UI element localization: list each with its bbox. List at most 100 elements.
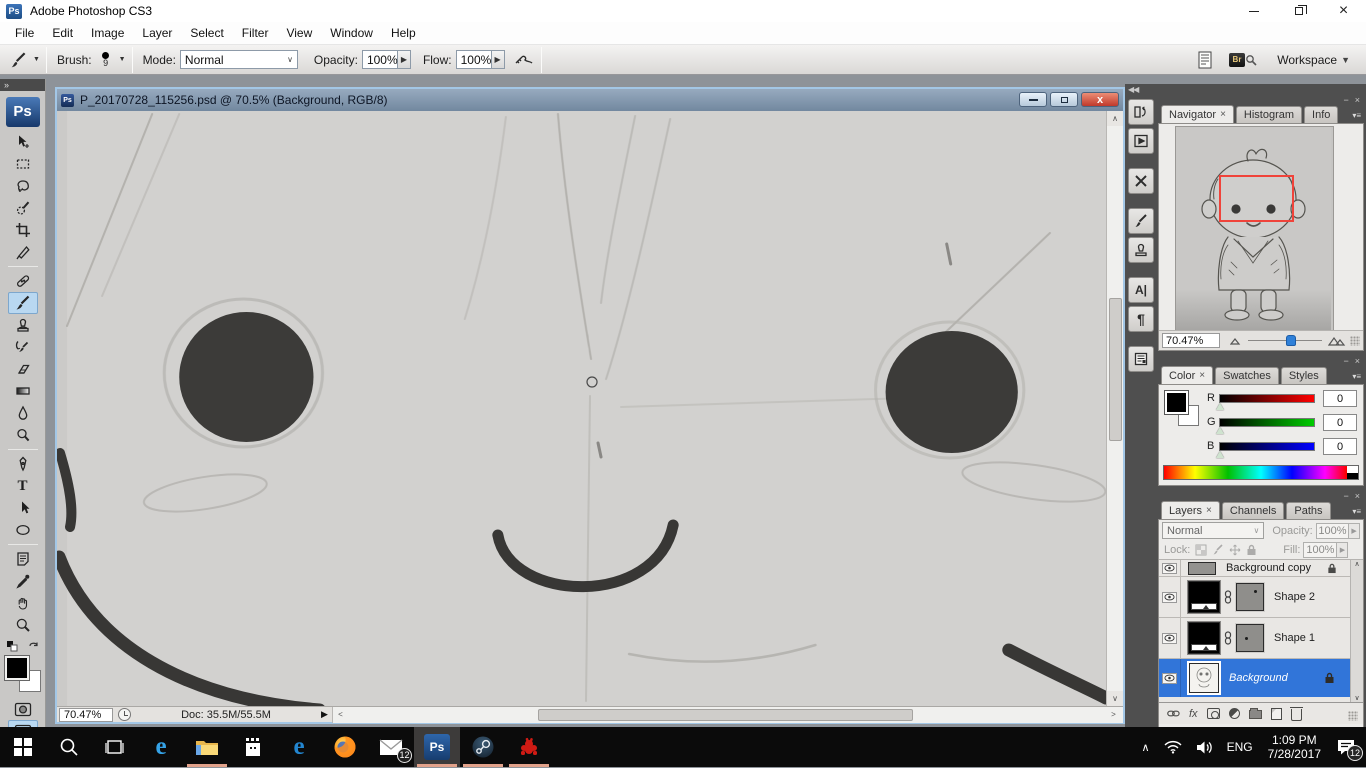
new-adjustment-layer-icon[interactable] — [1229, 708, 1240, 719]
green-slider[interactable] — [1219, 418, 1315, 427]
tool-rectangular-marquee[interactable] — [8, 153, 38, 175]
actions-panel-button[interactable] — [1128, 128, 1154, 154]
tab-swatches[interactable]: Swatches — [1215, 367, 1279, 384]
slider-thumb[interactable] — [1286, 335, 1296, 346]
start-button[interactable] — [0, 727, 46, 767]
doc-minimize-button[interactable] — [1019, 92, 1047, 107]
horizontal-scroll-thumb[interactable] — [538, 709, 913, 721]
new-group-icon[interactable] — [1249, 710, 1262, 719]
mode-select[interactable]: Normal ∨ — [180, 50, 298, 69]
menu-select[interactable]: Select — [181, 23, 232, 43]
tool-dodge[interactable] — [8, 424, 38, 446]
tool-lasso[interactable] — [8, 175, 38, 197]
green-value-input[interactable]: 0 — [1323, 414, 1357, 431]
scroll-down-arrow[interactable]: ∨ — [1354, 694, 1359, 702]
scroll-left-arrow[interactable]: < — [333, 707, 348, 723]
tool-gradient[interactable] — [8, 380, 38, 402]
paragraph-panel-button[interactable]: ¶ — [1128, 306, 1154, 332]
tab-info[interactable]: Info — [1304, 106, 1338, 123]
tool-spot-healing-brush[interactable] — [8, 270, 38, 292]
foreground-color-swatch[interactable] — [5, 656, 29, 680]
status-zoom-input[interactable]: 70.47% — [59, 708, 113, 722]
menu-view[interactable]: View — [277, 23, 321, 43]
status-menu-arrow[interactable]: ▶ — [321, 709, 328, 720]
tool-eyedropper[interactable] — [8, 570, 38, 592]
tool-pen[interactable] — [8, 453, 38, 475]
blue-slider[interactable] — [1219, 442, 1315, 451]
layer-style-icon[interactable]: fx — [1189, 708, 1198, 720]
taskbar-mail[interactable]: 12 — [368, 727, 414, 767]
red-slider[interactable] — [1219, 394, 1315, 403]
opacity-spinner[interactable]: ▶ — [1349, 523, 1360, 539]
brushes-panel-button[interactable] — [1128, 208, 1154, 234]
color-spectrum-ramp[interactable] — [1163, 465, 1359, 480]
menu-edit[interactable]: Edit — [43, 23, 82, 43]
window-restore-button[interactable] — [1276, 0, 1321, 22]
layer-thumbnail[interactable] — [1188, 562, 1216, 575]
tool-dropdown-caret[interactable]: ▼ — [33, 56, 40, 63]
opacity-spinner[interactable]: ▶ — [398, 50, 411, 69]
character-panel-button[interactable]: A| — [1128, 277, 1154, 303]
tab-navigator[interactable]: Navigator × — [1161, 105, 1234, 123]
green-slider-thumb[interactable] — [1216, 427, 1224, 434]
tool-crop[interactable] — [8, 219, 38, 241]
black-white-ramp[interactable] — [1347, 466, 1358, 479]
brush-preview[interactable]: 9 — [96, 52, 116, 68]
lock-paint-icon[interactable] — [1212, 544, 1224, 556]
layer-thumbnail[interactable] — [1189, 663, 1219, 693]
taskbar-photoshop[interactable]: Ps — [414, 727, 460, 767]
tool-blur[interactable] — [8, 402, 38, 424]
airbrush-toggle[interactable] — [513, 49, 535, 71]
menu-image[interactable]: Image — [82, 23, 133, 43]
tool-slice[interactable] — [8, 241, 38, 263]
tab-close-icon[interactable]: × — [1199, 370, 1205, 381]
vertical-scroll-thumb[interactable] — [1109, 298, 1122, 441]
visibility-toggle[interactable] — [1159, 618, 1181, 658]
blue-value-input[interactable]: 0 — [1323, 438, 1357, 455]
foreground-color-swatch[interactable] — [1165, 391, 1188, 414]
doc-restore-button[interactable] — [1050, 92, 1078, 107]
layer-row-background-copy[interactable]: Background copy — [1159, 560, 1363, 577]
visibility-toggle[interactable] — [1159, 560, 1181, 576]
tool-zoom[interactable] — [8, 614, 38, 636]
panel-menu-icon[interactable]: ▾≡ — [1352, 112, 1361, 120]
vertical-scrollbar[interactable]: ∧ ∨ — [1106, 111, 1123, 706]
swap-colors-control[interactable] — [6, 640, 40, 652]
taskbar-steam[interactable] — [460, 727, 506, 767]
tab-close-icon[interactable]: × — [1220, 109, 1226, 120]
taskbar-edge-2[interactable]: e — [276, 727, 322, 767]
red-value-input[interactable]: 0 — [1323, 390, 1357, 407]
panel-menu-icon[interactable]: ▾≡ — [1352, 508, 1361, 516]
panel-close-icon[interactable]: × — [1355, 96, 1360, 105]
panel-minimize-icon[interactable]: − — [1343, 492, 1348, 501]
tab-channels[interactable]: Channels — [1222, 502, 1284, 519]
clone-source-panel-button[interactable] — [1128, 237, 1154, 263]
panel-close-icon[interactable]: × — [1355, 357, 1360, 366]
go-to-bridge-button[interactable]: Br — [1228, 49, 1258, 71]
workspace-button[interactable]: Workspace ▼ — [1273, 53, 1350, 67]
menu-layer[interactable]: Layer — [133, 23, 181, 43]
tool-presets-panel-button[interactable] — [1128, 168, 1154, 194]
dock-collapse-button[interactable]: ◀◀ — [1125, 84, 1157, 96]
fill-layer-thumbnail[interactable] — [1188, 581, 1220, 613]
canvas[interactable] — [57, 111, 1106, 706]
window-minimize-button[interactable] — [1231, 0, 1276, 22]
navigator-zoom-input[interactable]: 70.47% — [1162, 333, 1220, 348]
vector-mask-thumbnail[interactable] — [1236, 583, 1264, 611]
vector-mask-thumbnail[interactable] — [1236, 624, 1264, 652]
visibility-toggle[interactable] — [1159, 659, 1181, 697]
action-center-button[interactable]: 12 — [1336, 738, 1356, 756]
layers-scrollbar[interactable]: ∧ ∨ — [1350, 560, 1363, 702]
scroll-up-arrow[interactable]: ∧ — [1107, 111, 1123, 126]
navigator-thumbnail[interactable] — [1176, 127, 1333, 332]
tab-histogram[interactable]: Histogram — [1236, 106, 1302, 123]
taskbar-edge[interactable]: e — [138, 727, 184, 767]
panel-minimize-icon[interactable]: − — [1343, 96, 1348, 105]
red-slider-thumb[interactable] — [1216, 403, 1224, 410]
scroll-right-arrow[interactable]: > — [1106, 707, 1121, 723]
panel-close-icon[interactable]: × — [1355, 492, 1360, 501]
panel-minimize-icon[interactable]: − — [1343, 357, 1348, 366]
task-view-button[interactable] — [92, 727, 138, 767]
tool-move[interactable] — [8, 131, 38, 153]
tool-hand[interactable] — [8, 592, 38, 614]
